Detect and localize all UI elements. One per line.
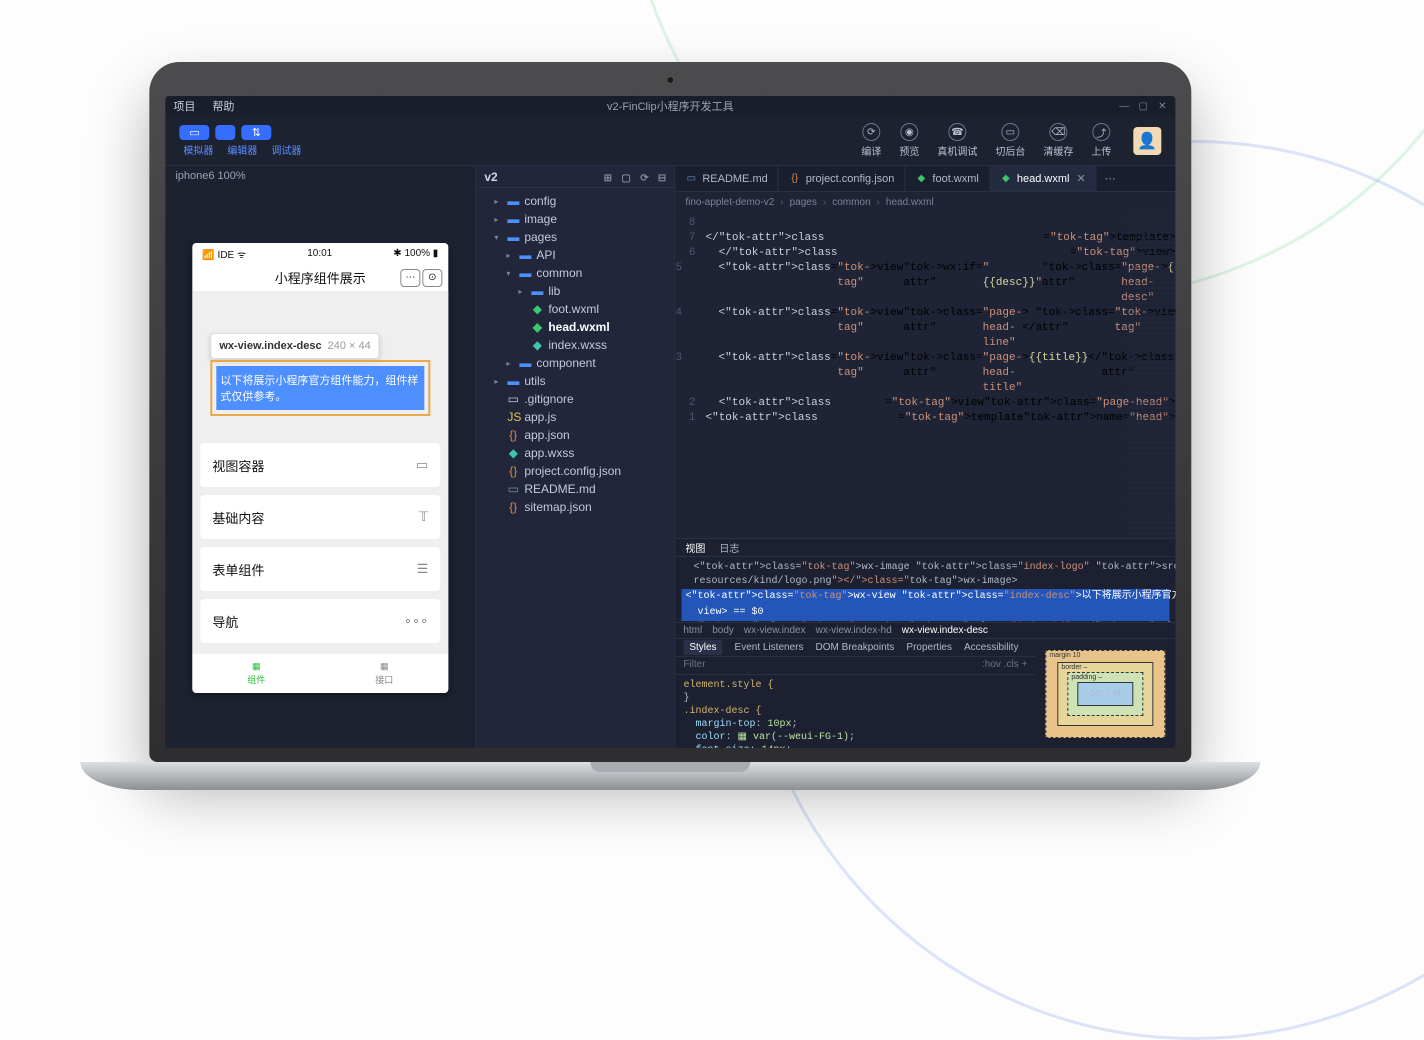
editor-pane: ▭README.md{}project.config.json◆foot.wxm… [675, 166, 1175, 748]
styles-tab[interactable]: Styles [683, 640, 722, 655]
breadcrumb: fino-applet-demo-v2›pages›common›head.wx… [675, 192, 1175, 212]
refresh-icon[interactable]: ⟳ [640, 173, 648, 184]
sim-section[interactable]: 视图容器▭ [200, 443, 440, 487]
capsule-close-icon[interactable]: ⊙ [422, 269, 442, 287]
path-crumb[interactable]: body [712, 625, 734, 636]
menu-project[interactable]: 项目 [173, 101, 195, 113]
phone-nav: 小程序组件展示 ⋯ ⊙ [192, 265, 448, 292]
phone-title: 小程序组件展示 [275, 268, 366, 287]
styles-rules[interactable]: element.style {}.index-desc { </span> ma… [675, 675, 1035, 748]
inspect-highlight: 以下将展示小程序官方组件能力，组件样式仅供参考。 [216, 366, 424, 410]
code-editor[interactable]: 87</"tok-attr">class="tok-tag">template>… [675, 212, 1175, 538]
crumb[interactable]: fino-applet-demo-v2 [685, 197, 774, 208]
tree-item[interactable]: ▾▬pages [476, 228, 674, 246]
editor-tab[interactable]: ▭README.md [675, 166, 778, 191]
path-crumb[interactable]: html [683, 625, 702, 636]
mode-tab-2[interactable]: ⇅ [242, 125, 271, 140]
new-folder-icon[interactable]: ▢ [621, 173, 630, 184]
new-file-icon[interactable]: ⊞ [604, 173, 612, 184]
elements-tree[interactable]: <"tok-attr">class="tok-tag">wx-image "to… [675, 557, 1175, 622]
mode-label-2: 调试器 [267, 142, 305, 157]
minimap[interactable] [1125, 212, 1175, 538]
tree-item[interactable]: ▭README.md [476, 480, 674, 498]
menu-help[interactable]: 帮助 [212, 101, 234, 113]
devtools: 视图 日志 <"tok-attr">class="tok-tag">wx-ima… [675, 538, 1175, 748]
tree-item[interactable]: JSapp.js [476, 408, 674, 426]
action-编译[interactable]: ⟳编译 [861, 123, 881, 158]
sim-section[interactable]: 导航∘∘∘ [200, 599, 440, 643]
win-max-icon[interactable]: ▢ [1138, 101, 1148, 112]
capsule-menu-icon[interactable]: ⋯ [400, 269, 420, 287]
action-预览[interactable]: ◉预览 [899, 123, 919, 158]
tree-item[interactable]: ▸▬API [476, 246, 674, 264]
crumb[interactable]: head.wxml [886, 197, 934, 208]
mode-tab-1[interactable] [216, 125, 236, 140]
sim-section[interactable]: 基础内容𝕋 [200, 495, 440, 539]
devtools-tab-elements[interactable]: 视图 [685, 540, 705, 555]
sim-section[interactable]: 表单组件☰ [200, 547, 440, 591]
project-root: v2 [484, 170, 497, 184]
phone-status-bar: 📶 IDE ᯤ 10:01 ✱ 100% ▮ [192, 243, 448, 265]
styles-tab[interactable]: Properties [906, 642, 952, 653]
camera-dot [666, 76, 674, 84]
devtools-tab-console[interactable]: 日志 [719, 540, 739, 555]
action-切后台[interactable]: ▭切后台 [995, 123, 1025, 158]
simulator-panel: iphone6 100% 📶 IDE ᯤ 10:01 ✱ 100% ▮ 小程序组… [165, 166, 475, 748]
tree-item[interactable]: ▸▬config [476, 192, 674, 210]
path-crumb[interactable]: wx-view.index-desc [902, 625, 988, 636]
tree-item[interactable]: ◆head.wxml [476, 318, 674, 336]
tree-item[interactable]: {}sitemap.json [476, 498, 674, 516]
mode-label-0: 模拟器 [179, 142, 217, 157]
action-清缓存[interactable]: ⌫清缓存 [1043, 123, 1073, 158]
tree-item[interactable]: {}app.json [476, 426, 674, 444]
win-close-icon[interactable]: ✕ [1157, 101, 1167, 112]
tree-item[interactable]: ▸▬lib [476, 282, 674, 300]
sim-device-label: iphone6 100% [165, 166, 475, 188]
tree-item[interactable]: ▸▬component [476, 354, 674, 372]
action-真机调试[interactable]: ☎真机调试 [937, 123, 977, 158]
elements-path[interactable]: html body wx-view.index wx-view.index-hd wx-… [675, 622, 1175, 638]
inspect-tooltip: wx-view.index-desc 240 × 44 [210, 333, 379, 359]
tree-item[interactable]: {}project.config.json [476, 462, 674, 480]
laptop-mockup: 项目 帮助 v2-FinClip小程序开发工具 — ▢ ✕ ▭ ⇅ 模拟器编辑器调… [149, 62, 1191, 790]
sim-tab[interactable]: ▦组件 [192, 654, 320, 693]
file-explorer: v2 ⊞ ▢ ⟳ ⊟ ▸▬config▸▬image▾▬pages▸▬API▾▬… [475, 166, 675, 748]
mode-tab-0[interactable]: ▭ [179, 125, 209, 140]
phone-frame: 📶 IDE ᯤ 10:01 ✱ 100% ▮ 小程序组件展示 ⋯ ⊙ [192, 243, 448, 693]
app-screen: 项目 帮助 v2-FinClip小程序开发工具 — ▢ ✕ ▭ ⇅ 模拟器编辑器调… [165, 96, 1175, 748]
styles-filter-input[interactable]: Filter [683, 659, 705, 672]
action-上传[interactable]: ⤴上传 [1091, 123, 1111, 158]
editor-tab[interactable]: ◆foot.wxml [905, 166, 989, 191]
tree-item[interactable]: ◆foot.wxml [476, 300, 674, 318]
window-title: v2-FinClip小程序开发工具 [165, 98, 1175, 114]
tree-item[interactable]: ▸▬utils [476, 372, 674, 390]
crumb[interactable]: pages [790, 197, 817, 208]
editor-tab[interactable]: ◆head.wxml✕ [990, 166, 1097, 191]
close-icon[interactable]: ✕ [1076, 172, 1085, 185]
tree-item[interactable]: ◆index.wxss [476, 336, 674, 354]
tree-item[interactable]: ▭.gitignore [476, 390, 674, 408]
collapse-icon[interactable]: ⊟ [658, 173, 666, 184]
editor-tab[interactable]: {}project.config.json [779, 166, 906, 191]
toolbar: ▭ ⇅ 模拟器编辑器调试器 ⟳编译 ◉预览 ☎真机调试 ▭切后台 ⌫清缓存 ⤴上传 👤 [165, 116, 1175, 166]
avatar[interactable]: 👤 [1133, 127, 1161, 155]
crumb[interactable]: common [832, 197, 870, 208]
mode-label-1: 编辑器 [223, 142, 261, 157]
styles-tab[interactable]: DOM Breakpoints [815, 642, 894, 653]
tree-item[interactable]: ◆app.wxss [476, 444, 674, 462]
tree-item[interactable]: ▾▬common [476, 264, 674, 282]
path-crumb[interactable]: wx-view.index-hd [816, 625, 892, 636]
tree-item[interactable]: ▸▬image [476, 210, 674, 228]
styles-tab[interactable]: Event Listeners [735, 642, 804, 653]
menubar: 项目 帮助 v2-FinClip小程序开发工具 — ▢ ✕ [165, 96, 1175, 116]
path-crumb[interactable]: wx-view.index [744, 625, 806, 636]
tabs-overflow-icon[interactable]: ⋯ [1097, 166, 1124, 191]
box-model: margin 10 border – padding – 240 × 44 [1035, 639, 1175, 748]
sim-tab[interactable]: ▦接口 [320, 654, 448, 693]
styles-tab[interactable]: Accessibility [964, 642, 1018, 653]
win-min-icon[interactable]: — [1119, 101, 1129, 112]
styles-filter-tools[interactable]: :hov .cls + [982, 659, 1027, 672]
